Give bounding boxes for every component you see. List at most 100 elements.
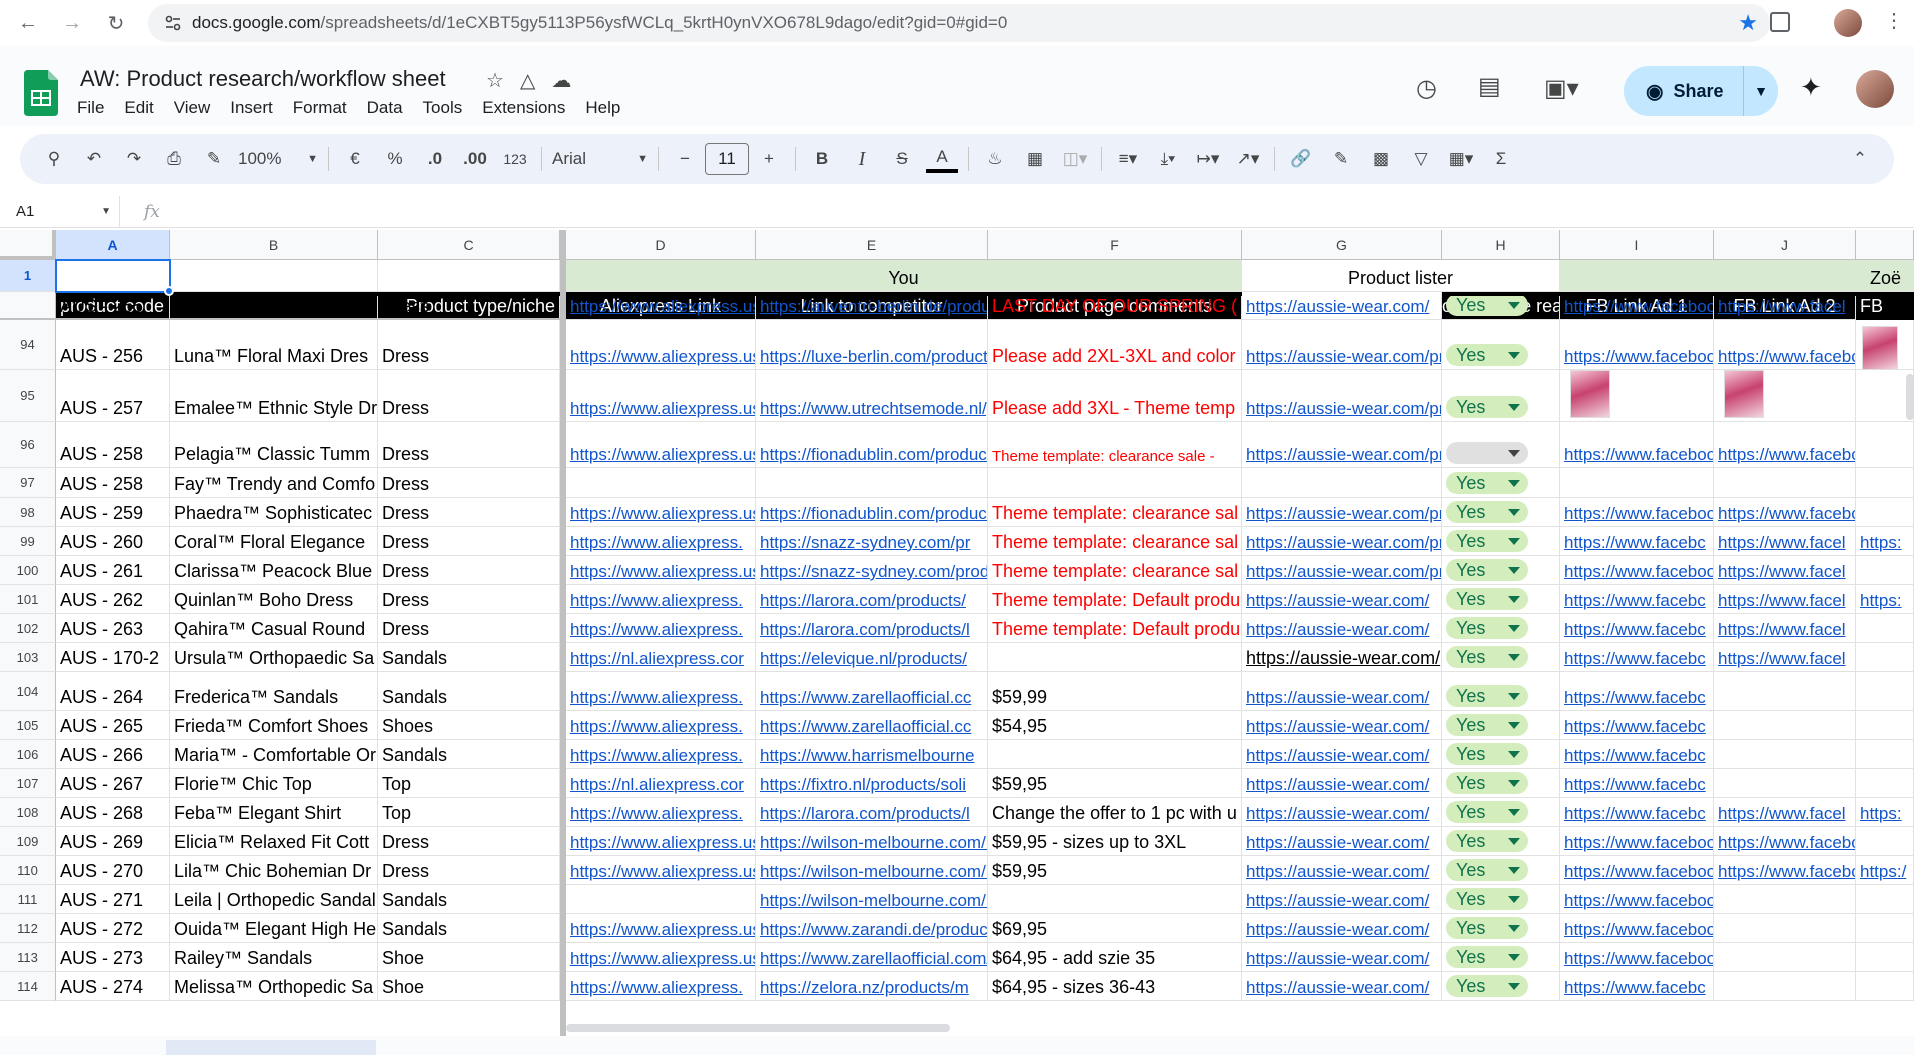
formula-input[interactable] xyxy=(160,196,1914,227)
cell-comp[interactable]: https://www.zarellaofficial.com/ xyxy=(756,943,988,972)
cell-comment[interactable] xyxy=(988,885,1242,914)
browser-menu-icon[interactable]: ⋮ xyxy=(1884,8,1904,33)
status-dropdown[interactable]: Yes xyxy=(1446,396,1528,418)
fill-handle[interactable] xyxy=(164,286,174,296)
cell-fb3[interactable] xyxy=(1856,422,1914,468)
cell-fb2[interactable] xyxy=(1714,711,1856,740)
cell-lister[interactable]: https://aussie-wear.com/pr xyxy=(1242,320,1442,370)
cell-comment[interactable]: $59,95 xyxy=(988,769,1242,798)
status-cell[interactable]: Yes xyxy=(1442,769,1560,798)
print-icon[interactable]: ⎙ xyxy=(158,143,190,175)
menu-insert[interactable]: Insert xyxy=(230,98,281,118)
cell-code[interactable]: AUS - 258 xyxy=(56,422,170,468)
cell-fb2[interactable]: https://www.facel xyxy=(1714,527,1856,556)
cell-comp[interactable]: https://wilson-melbourne.com/r xyxy=(756,856,988,885)
cell-type[interactable]: Sandals xyxy=(378,885,560,914)
status-cell[interactable]: Yes xyxy=(1442,711,1560,740)
status-cell[interactable] xyxy=(1442,422,1560,468)
status-cell[interactable]: Yes xyxy=(1442,972,1560,1001)
cell-fb2[interactable] xyxy=(1714,914,1856,943)
status-dropdown[interactable]: Yes xyxy=(1446,917,1528,939)
cell-comment[interactable]: Theme template: Default produ xyxy=(988,614,1242,643)
cell-ali[interactable] xyxy=(566,468,756,498)
cell-name[interactable]: Railey™ Sandals xyxy=(170,943,378,972)
cell-fb2[interactable]: https://www.facebc xyxy=(1714,422,1856,468)
name-box[interactable]: A1 ▼ xyxy=(0,195,120,228)
cell-type[interactable]: Dress xyxy=(378,614,560,643)
cell-fb2[interactable] xyxy=(1714,885,1856,914)
vertical-scrollbar[interactable] xyxy=(1906,374,1914,420)
cell-type[interactable]: Sandals xyxy=(378,914,560,943)
cell-comment[interactable]: $64,95 - add szie 35 xyxy=(988,943,1242,972)
cell-fb3[interactable] xyxy=(1856,498,1914,527)
cell-name[interactable]: Feba™ Elegant Shirt xyxy=(170,798,378,827)
cell-ali[interactable]: https://www.aliexpress.us xyxy=(566,943,756,972)
cell-code[interactable]: AUS - 271 xyxy=(56,885,170,914)
cell-lister[interactable]: https://aussie-wear.com/ xyxy=(1242,943,1442,972)
cell-fb3[interactable]: https: xyxy=(1856,798,1914,827)
cell-comment[interactable]: $54,95 xyxy=(988,711,1242,740)
cell-code[interactable]: AUS - 258 xyxy=(56,468,170,498)
group-header-you[interactable]: You xyxy=(566,260,1242,292)
cell-name[interactable]: Qahira™ Casual Round xyxy=(170,614,378,643)
cell-fb1[interactable]: https://www.faceboo xyxy=(1560,296,1714,320)
cell-type[interactable]: Dress xyxy=(378,422,560,468)
cell-comment[interactable]: $59,99 xyxy=(988,672,1242,711)
cell-name[interactable]: Quinlan™ Boho Dress xyxy=(170,585,378,614)
cell-comp[interactable]: https://snazz-sydney.com/pr xyxy=(756,527,988,556)
status-cell[interactable]: Yes xyxy=(1442,498,1560,527)
cell-lister[interactable]: https://aussie-wear.com/ xyxy=(1242,740,1442,769)
menu-view[interactable]: View xyxy=(174,98,219,118)
bookmark-star-icon[interactable]: ★ xyxy=(1738,10,1758,36)
menu-format[interactable]: Format xyxy=(293,98,355,118)
cell-code[interactable]: AUS - 263 xyxy=(56,614,170,643)
row-header-102[interactable]: 102 xyxy=(0,614,56,643)
status-dropdown[interactable]: Yes xyxy=(1446,685,1528,707)
cell-fb2[interactable] xyxy=(1714,972,1856,1001)
cell-comp[interactable]: https://www.utrechtsemode.nl/p xyxy=(756,370,988,422)
cell-fb1[interactable]: https://www.faceboo xyxy=(1560,556,1714,585)
cell-comp[interactable]: https://wilson-melbourne.com/r xyxy=(756,827,988,856)
row-header-107[interactable]: 107 xyxy=(0,769,56,798)
filter-views-icon[interactable]: ▦▾ xyxy=(1445,143,1477,175)
cell-r1[interactable] xyxy=(378,260,560,292)
row-header-112[interactable]: 112 xyxy=(0,914,56,943)
status-cell[interactable]: Yes xyxy=(1442,856,1560,885)
cell-comp[interactable]: https://larora.com/products/ xyxy=(756,585,988,614)
cell-name[interactable]: Luna™ Floral Maxi Dres xyxy=(170,320,378,370)
cell-fb1[interactable]: https://www.faceboo xyxy=(1560,856,1714,885)
cell-type[interactable]: Shoes xyxy=(378,711,560,740)
cell-name[interactable]: Elicia™ Relaxed Fit Cott xyxy=(170,827,378,856)
status-dropdown[interactable]: Yes xyxy=(1446,946,1528,968)
status-dropdown[interactable] xyxy=(1446,442,1528,464)
cell-type[interactable]: Shoe xyxy=(378,943,560,972)
cell-fb1[interactable]: https://www.faceboo xyxy=(1560,498,1714,527)
cell-comment[interactable]: Theme template: clearance sal xyxy=(988,527,1242,556)
cell-ali[interactable]: https://www.aliexpress. xyxy=(566,585,756,614)
row-header-98[interactable]: 98 xyxy=(0,498,56,527)
cell-fb2[interactable] xyxy=(1714,769,1856,798)
cell-comp[interactable]: https://wilson-melbourne.com/r xyxy=(756,885,988,914)
status-cell[interactable]: Yes xyxy=(1442,643,1560,672)
cell-code[interactable]: AUS - 260 xyxy=(56,527,170,556)
cell-fb1[interactable]: https://www.faceboo xyxy=(1560,914,1714,943)
cell-name[interactable]: Florie™ Chic Top xyxy=(170,769,378,798)
column-header-j[interactable]: J xyxy=(1714,230,1856,260)
text-wrapping-icon[interactable]: ↦▾ xyxy=(1192,143,1224,175)
cell-code[interactable]: AUS - 274 xyxy=(56,972,170,1001)
cell-comp[interactable]: https://www.zarellaofficial.cc xyxy=(756,672,988,711)
cell-fb2[interactable]: https://www.facebc xyxy=(1714,498,1856,527)
back-icon[interactable]: ← xyxy=(14,9,42,37)
cell-ali[interactable]: https://www.aliexpress. xyxy=(566,711,756,740)
cell-fb1[interactable]: https://www.facebc xyxy=(1560,527,1714,556)
cell-name[interactable]: Coral™ Floral Elegance xyxy=(170,527,378,556)
status-dropdown[interactable]: Yes xyxy=(1446,296,1528,316)
cell-fb3[interactable]: https: xyxy=(1856,527,1914,556)
cell-comp[interactable]: https://auventri-berlin.de/produ xyxy=(756,296,988,320)
cell-comp[interactable]: https://zelora.nz/products/m xyxy=(756,972,988,1001)
cell-fb3[interactable] xyxy=(1856,972,1914,1001)
row-header-partial[interactable] xyxy=(0,296,56,320)
column-header-i[interactable]: I xyxy=(1560,230,1714,260)
cell-fb3[interactable] xyxy=(1856,614,1914,643)
row-header-99[interactable]: 99 xyxy=(0,527,56,556)
